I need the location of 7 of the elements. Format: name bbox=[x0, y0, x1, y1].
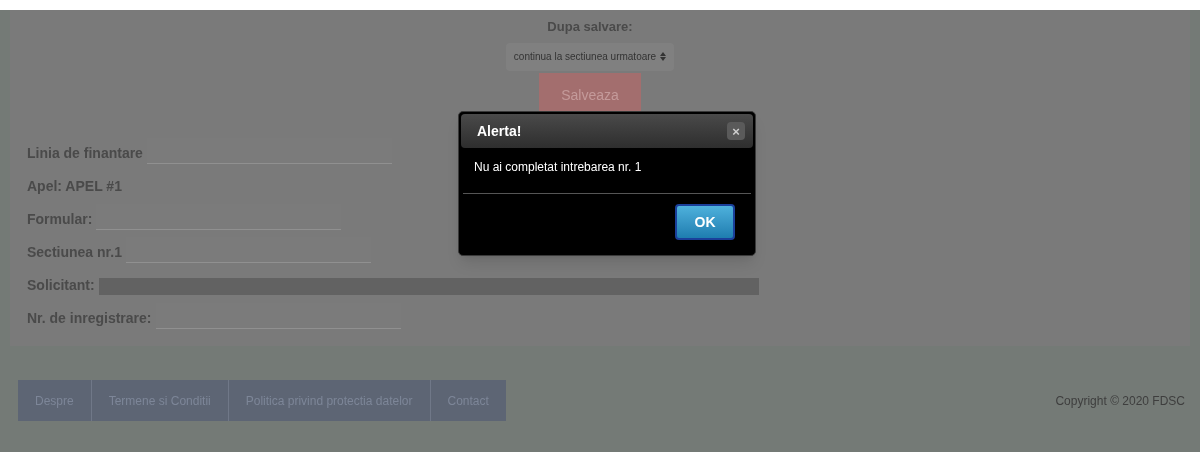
dialog-title: Alerta! bbox=[477, 121, 522, 141]
after-save-select[interactable]: continua la sectiunea urmatoare bbox=[505, 42, 675, 71]
copyright-text: Copyright © 2020 FDSC bbox=[1055, 392, 1185, 410]
ok-button[interactable]: OK bbox=[675, 204, 735, 240]
dialog-message: Nu ai completat intrebarea nr. 1 bbox=[473, 159, 643, 176]
close-button[interactable]: × bbox=[727, 122, 745, 140]
select-arrows-icon bbox=[660, 52, 667, 61]
